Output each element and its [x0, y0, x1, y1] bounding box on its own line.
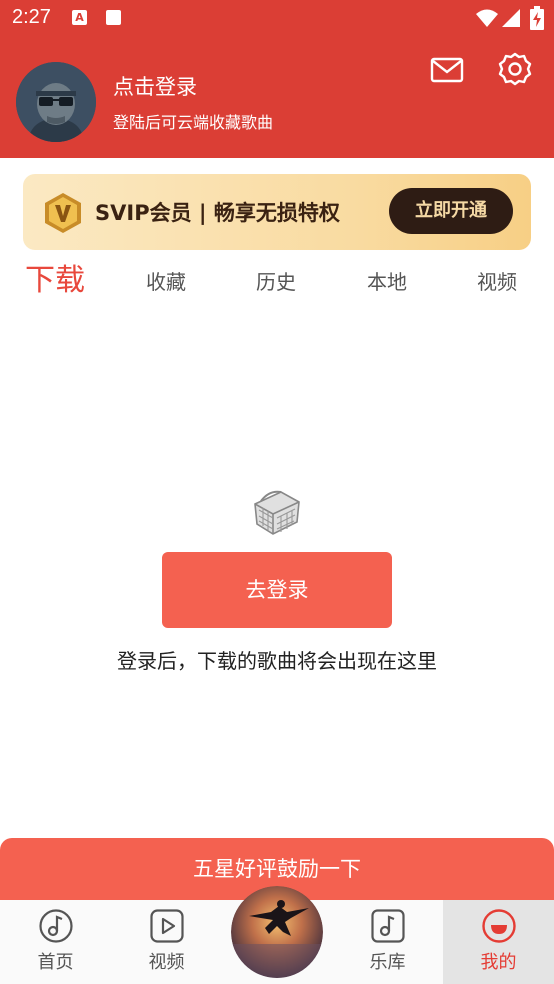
profile-active-icon — [482, 909, 516, 943]
content-tabs: 下载 收藏 历史 本地 视频 — [0, 258, 554, 308]
status-time: 2:27 — [12, 6, 51, 28]
screen: 2:27 A 点击登录 登陆后可云端收藏歌曲 SVIP会员 | 畅享无损特权 立… — [0, 0, 554, 984]
album-art-icon — [231, 886, 323, 978]
nav-library[interactable]: 乐库 — [332, 900, 443, 984]
gear-icon[interactable] — [498, 52, 532, 86]
nav-videos-label: 视频 — [148, 952, 185, 973]
svip-banner[interactable]: SVIP会员 | 畅享无损特权 立即开通 — [23, 174, 531, 250]
avatar[interactable] — [16, 62, 96, 142]
tab-downloads[interactable]: 下载 — [25, 258, 85, 308]
avatar-face-icon — [16, 62, 96, 142]
empty-basket-icon — [254, 490, 300, 535]
go-login-button[interactable]: 去登录 — [162, 552, 392, 628]
notification-square-icon — [106, 10, 121, 25]
nav-videos[interactable]: 视频 — [111, 900, 222, 984]
tab-local[interactable]: 本地 — [367, 258, 407, 308]
tab-favorites[interactable]: 收藏 — [146, 258, 186, 308]
nav-home-label: 首页 — [37, 952, 74, 973]
tab-videos[interactable]: 视频 — [477, 258, 517, 308]
mail-icon[interactable] — [430, 56, 464, 84]
battery-charging-icon — [530, 6, 544, 30]
empty-state-message: 登录后，下载的歌曲将会出现在这里 — [117, 649, 437, 673]
vip-badge-icon — [45, 193, 81, 233]
notification-a-icon: A — [72, 10, 87, 25]
login-title[interactable]: 点击登录 — [113, 71, 197, 101]
now-playing-disc[interactable] — [231, 886, 323, 978]
music-note-circle-icon — [39, 909, 73, 943]
svip-text: SVIP会员 | 畅享无损特权 — [95, 201, 340, 225]
tab-history[interactable]: 历史 — [256, 258, 296, 308]
wifi-icon — [476, 9, 498, 27]
nav-library-label: 乐库 — [369, 952, 406, 973]
play-square-icon — [150, 909, 184, 943]
activate-vip-button[interactable]: 立即开通 — [389, 188, 513, 234]
signal-icon — [502, 9, 520, 27]
music-note-square-icon — [371, 909, 405, 943]
nav-mine[interactable]: 我的 — [443, 900, 554, 984]
profile-header: 点击登录 登陆后可云端收藏歌曲 — [0, 38, 554, 158]
nav-home[interactable]: 首页 — [0, 900, 111, 984]
login-subtitle: 登陆后可云端收藏歌曲 — [113, 113, 274, 132]
nav-mine-label: 我的 — [480, 952, 517, 973]
status-bar: 2:27 A — [0, 0, 554, 38]
